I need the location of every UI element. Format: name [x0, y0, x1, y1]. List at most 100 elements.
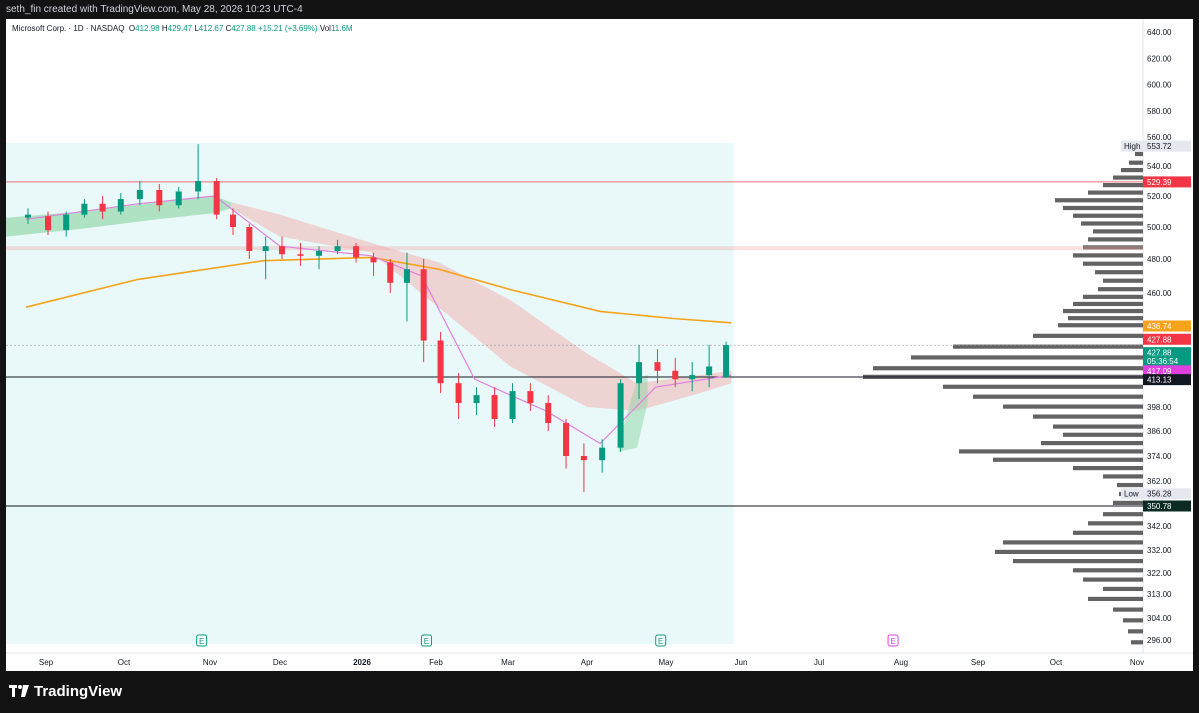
price-tick-label: 304.00	[1147, 614, 1172, 623]
tradingview-logo-icon	[9, 685, 29, 697]
attribution-text: seth_fin created with TradingView.com, M…	[6, 4, 303, 15]
earnings-marker-label: E	[658, 637, 663, 646]
volume-profile-bar	[1033, 333, 1143, 338]
price-tick-label: 313.00	[1147, 590, 1172, 599]
volume-profile-bar	[1098, 287, 1143, 292]
price-tick-label: 362.00	[1147, 477, 1172, 486]
volume-profile-bar	[1068, 316, 1143, 321]
volume-profile-bar	[1003, 404, 1143, 409]
volume-profile-bar	[1003, 540, 1143, 545]
candle-body	[25, 214, 31, 218]
candle	[723, 341, 730, 378]
candle-body	[297, 254, 304, 256]
candle-body	[636, 362, 643, 384]
candle-body	[230, 214, 236, 227]
price-label-text: 356.28	[1147, 490, 1172, 499]
tradingview-logo[interactable]: TradingView	[9, 683, 122, 700]
candle-body	[136, 190, 143, 200]
price-tick-label: 398.00	[1147, 403, 1172, 412]
volume-profile-bar	[1088, 237, 1143, 242]
chart-frame[interactable]: 296.00 304.00 313.00 322.00 332.00 342.00 362.…	[6, 19, 1193, 671]
price-label-text: 05:36:54	[1147, 357, 1179, 366]
price-label-text: 529.39	[1147, 178, 1172, 187]
time-tick-label: Nov	[203, 658, 217, 667]
time-tick-label: Feb	[429, 658, 443, 667]
price-label-tag-text: High	[1124, 142, 1140, 151]
volume-profile-bar	[995, 549, 1143, 554]
candle-body	[723, 345, 730, 378]
price-tick-label: 480.00	[1147, 255, 1172, 264]
volume-profile-bar	[1063, 432, 1143, 437]
volume-profile-bar	[1095, 270, 1143, 275]
price-tick-label: 342.00	[1147, 522, 1172, 531]
candle-body	[156, 190, 163, 206]
close-value: 427.88	[231, 24, 256, 33]
volume-profile-bar	[1113, 607, 1143, 612]
price-chart[interactable]: 296.00 304.00 313.00 322.00 332.00 342.00 362.…	[6, 19, 1193, 671]
volume-profile-bar	[1129, 160, 1143, 165]
candle-body	[334, 246, 341, 251]
time-tick-label: Jul	[814, 658, 824, 667]
price-tick-label: 296.00	[1147, 636, 1172, 645]
candle-body	[706, 366, 713, 376]
volume-profile	[863, 151, 1143, 645]
price-tick-label: 460.00	[1147, 289, 1172, 298]
time-tick-label: Jun	[735, 658, 748, 667]
volume-profile-bar	[1063, 308, 1143, 314]
time-tick-label: Apr	[581, 658, 594, 667]
attribution-bar: seth_fin created with TradingView.com, M…	[0, 0, 1199, 19]
candle-body	[420, 269, 427, 341]
time-tick-label: Sep	[971, 658, 986, 667]
volume-profile-bar	[993, 457, 1143, 462]
volume-profile-bar	[943, 384, 1143, 389]
candle-body	[672, 370, 679, 380]
time-tick-label: Oct	[118, 658, 131, 667]
volume-profile-bar	[1058, 323, 1143, 328]
volume-profile-bar	[1013, 559, 1143, 564]
volume-profile-bar	[1083, 294, 1143, 299]
candle-body	[63, 214, 70, 231]
resistance-zone	[6, 246, 1143, 251]
price-tick-label: 580.00	[1147, 107, 1172, 116]
volume-value: 11.6M	[330, 24, 353, 33]
candle-body	[580, 456, 587, 461]
volume-profile-bar	[1041, 441, 1143, 446]
volume-profile-bar	[1121, 168, 1143, 173]
volume-profile-bar	[873, 366, 1143, 371]
price-tick-label: 374.00	[1147, 452, 1172, 461]
candle-body	[599, 447, 606, 461]
low-value: 412.67	[198, 24, 224, 33]
volume-profile-bar	[1103, 278, 1143, 283]
volume-profile-bar	[1117, 482, 1143, 488]
price-label-text: 553.72	[1147, 142, 1172, 151]
volume-profile-bar	[1113, 175, 1143, 180]
candle-body	[403, 269, 410, 283]
candle-body	[195, 181, 202, 192]
candle-body	[370, 257, 377, 263]
volume-profile-bar	[1135, 151, 1143, 157]
change-value: +15.21 (+3.69%)	[257, 24, 318, 33]
volume-profile-bar	[1103, 586, 1143, 592]
volume-profile-bar	[1073, 301, 1143, 307]
volume-profile-bar	[973, 394, 1143, 399]
time-tick-label: May	[658, 658, 673, 667]
candle-body	[99, 203, 106, 212]
candle-body	[509, 391, 516, 419]
earnings-marker-label: E	[199, 637, 204, 646]
earnings-marker-label: E	[424, 637, 429, 646]
candle-body	[175, 191, 182, 206]
candle-body	[527, 391, 534, 404]
volume-profile-bar	[1093, 229, 1143, 234]
volume-profile-bar	[1053, 424, 1143, 429]
price-label-text: 413.13	[1147, 376, 1172, 385]
candle-body	[491, 395, 498, 419]
time-tick-label: Aug	[894, 658, 908, 667]
candle-body	[262, 246, 269, 251]
volume-label: Vol	[319, 24, 331, 33]
candle-body	[437, 340, 444, 384]
volume-profile-bar	[1088, 521, 1143, 526]
volume-profile-bar	[1055, 198, 1143, 203]
open-value: 412.98	[135, 24, 160, 33]
time-tick-label: Sep	[39, 658, 54, 667]
time-tick-label: 2026	[353, 658, 371, 667]
